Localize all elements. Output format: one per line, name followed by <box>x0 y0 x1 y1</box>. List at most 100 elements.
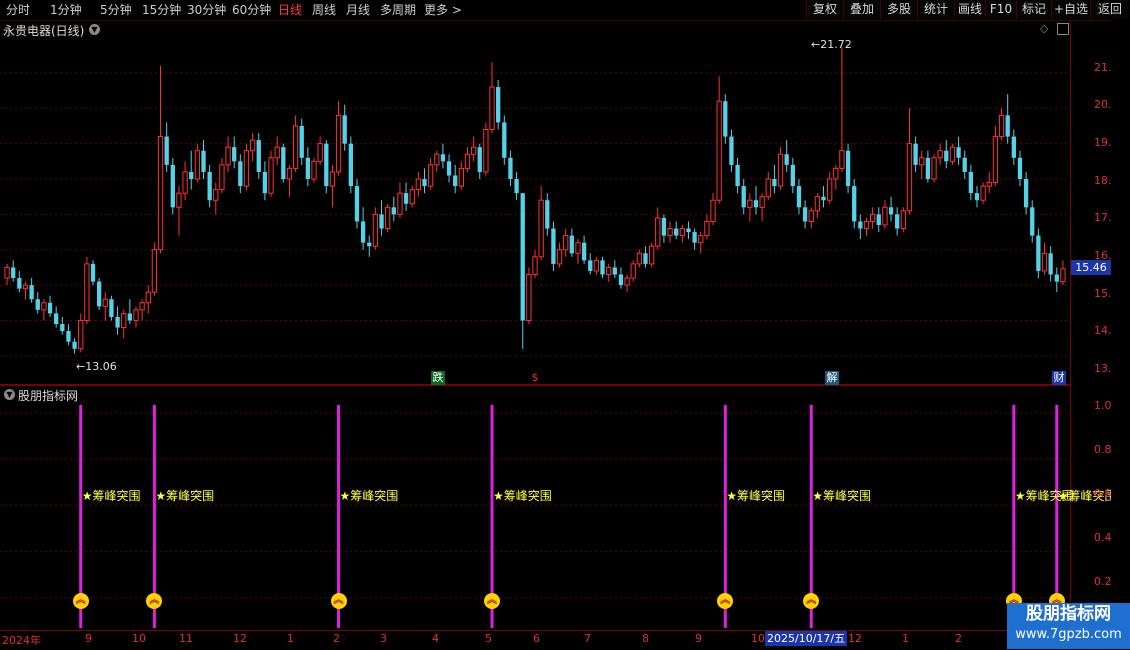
candle <box>286 164 293 197</box>
time-axis-label: 11 <box>179 632 193 645</box>
candle <box>483 122 489 176</box>
candle <box>4 263 10 286</box>
tab-timeframe-daily[interactable]: 日线 <box>278 2 302 18</box>
stats-button[interactable]: 统计 <box>917 0 954 19</box>
signal-label: ★筹峰突围 <box>493 488 552 503</box>
tab-timeframe-15min[interactable]: 15分钟 <box>142 2 181 18</box>
signal-chevron-up-icon: ︽ <box>72 593 89 609</box>
tab-timeframe-5min[interactable]: 5分钟 <box>100 2 132 18</box>
high-price-marker: ←21.72 <box>811 38 852 51</box>
candle <box>54 306 59 328</box>
candle <box>317 136 323 165</box>
draw-line-button[interactable]: 画线 <box>954 0 985 19</box>
event-marker-finance[interactable]: 财 <box>1052 371 1066 385</box>
candle <box>949 143 956 165</box>
tab-timeframe-multi[interactable]: 多周期 <box>380 2 416 18</box>
candle <box>808 207 814 229</box>
candle <box>882 200 888 229</box>
candle <box>735 157 740 194</box>
back-button[interactable]: 返回 <box>1090 0 1129 19</box>
candle <box>913 136 918 172</box>
multi-stock-button[interactable]: 多股 <box>880 0 917 19</box>
candle <box>102 292 108 321</box>
candle <box>133 306 139 328</box>
candle <box>612 260 617 279</box>
candle <box>372 207 379 250</box>
candle <box>833 164 839 190</box>
candle <box>249 133 256 162</box>
candle <box>219 157 225 194</box>
time-axis-label: 10 <box>751 632 765 645</box>
candle <box>403 182 409 211</box>
candle <box>84 256 90 325</box>
tab-timeframe-60min[interactable]: 60分钟 <box>232 2 271 18</box>
candle <box>858 214 863 240</box>
candle <box>1041 242 1048 275</box>
candle <box>324 140 329 194</box>
candle <box>839 47 845 172</box>
candle <box>458 161 464 190</box>
current-price-tag: 15.46 <box>1071 260 1111 275</box>
tab-timeframe-30min[interactable]: 30分钟 <box>187 2 226 18</box>
time-axis-label: 5 <box>485 632 492 645</box>
more-label: 更多 <box>424 3 449 17</box>
event-marker-unlock[interactable]: 解 <box>825 371 839 385</box>
f10-button[interactable]: F10 <box>985 0 1016 19</box>
candle <box>109 295 114 321</box>
add-favorite-button[interactable]: +自选 <box>1051 0 1090 19</box>
candle <box>986 171 992 194</box>
signal-label: ★筹峰突围 <box>155 488 215 503</box>
candle <box>593 256 600 275</box>
candle <box>655 207 661 250</box>
candle <box>66 324 71 346</box>
candle <box>863 217 870 236</box>
candle <box>569 228 574 257</box>
candle <box>765 171 771 201</box>
mark-button[interactable]: 标记 <box>1016 0 1051 19</box>
candle <box>1054 267 1059 293</box>
candle <box>97 278 102 310</box>
candle <box>256 133 261 180</box>
candle <box>440 143 446 169</box>
candle <box>145 285 151 314</box>
time-axis-label: 7 <box>584 632 591 645</box>
candle <box>434 150 440 172</box>
tab-timeframe-1min[interactable]: 1分钟 <box>50 2 82 18</box>
tab-timeframe-fenshi[interactable]: 分时 <box>6 2 30 18</box>
candle <box>772 164 777 194</box>
candle <box>692 228 697 250</box>
candle <box>723 94 728 144</box>
candle <box>674 221 679 240</box>
event-marker-drop[interactable]: 跌 <box>431 371 445 385</box>
more-menu[interactable]: 更多 > <box>424 2 462 18</box>
arrow-left-icon: ← <box>811 38 821 51</box>
candle <box>121 309 127 339</box>
candle <box>201 140 206 180</box>
event-marker-dividend[interactable]: $ <box>529 371 541 385</box>
candle <box>581 235 587 264</box>
candle <box>790 157 795 194</box>
candle <box>661 214 667 243</box>
time-axis-label: 1 <box>902 632 909 645</box>
signal-chevron-up-icon: ︽ <box>330 593 347 609</box>
watermark-title: 股朋指标网 <box>1026 604 1111 624</box>
candle <box>618 267 624 289</box>
candle <box>1030 200 1035 243</box>
candle <box>292 115 299 172</box>
tab-timeframe-weekly[interactable]: 周线 <box>312 2 336 18</box>
candle <box>545 193 550 236</box>
time-axis-label: 12 <box>848 632 862 645</box>
candle <box>367 235 372 257</box>
candle <box>1017 150 1023 187</box>
tab-timeframe-monthly[interactable]: 月线 <box>346 2 370 18</box>
candle <box>704 214 710 240</box>
watermark-url: www.7gpzb.com <box>1015 627 1122 642</box>
candle <box>600 256 605 279</box>
candle <box>409 186 415 208</box>
candle <box>1005 94 1010 144</box>
candle <box>575 239 581 264</box>
candle <box>895 207 900 236</box>
fuquan-button[interactable]: 复权 <box>806 0 843 19</box>
overlay-button[interactable]: 叠加 <box>843 0 880 19</box>
candle <box>962 150 967 180</box>
